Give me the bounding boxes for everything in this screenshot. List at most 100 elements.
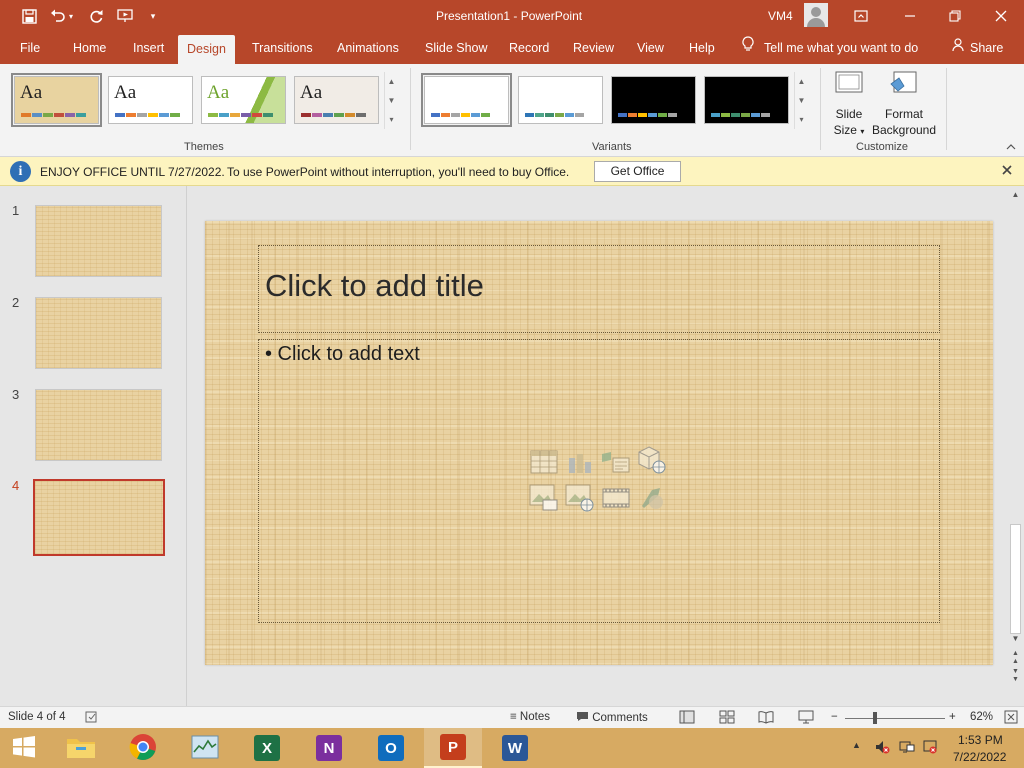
more-icon[interactable]: ▾ [385, 110, 398, 129]
start-button[interactable] [0, 728, 48, 768]
scroll-down-icon[interactable]: ▼ [795, 91, 808, 110]
theme-color-swatches [208, 113, 273, 117]
variant-option[interactable] [518, 76, 603, 124]
themes-gallery-scroll[interactable]: ▲ ▼ ▾ [384, 72, 398, 129]
redo-icon[interactable] [83, 0, 109, 32]
normal-view-icon[interactable] [679, 710, 695, 724]
clock-date[interactable]: 7/22/2022 [953, 750, 1006, 764]
vertical-scrollbar[interactable]: ▲ ▼ ▲ ▲ ▼ ▼ [1007, 186, 1024, 706]
clock-time[interactable]: 1:53 PM [958, 733, 1003, 747]
ribbon-display-options-icon[interactable] [838, 0, 884, 32]
show-hidden-icons-icon[interactable]: ▲ [852, 740, 861, 750]
task-manager-app[interactable] [176, 728, 234, 768]
accessibility-icon[interactable] [84, 710, 100, 724]
insert-video-icon[interactable] [601, 484, 631, 512]
slide-show-view-icon[interactable] [798, 710, 814, 724]
word-app[interactable]: W [486, 728, 544, 768]
volume-muted-icon[interactable] [874, 739, 890, 758]
slide-size-label-1: Slide [835, 107, 863, 121]
tab-help[interactable]: Help [689, 32, 715, 64]
close-icon[interactable] [978, 0, 1024, 32]
zoom-out-icon[interactable]: − [831, 711, 838, 723]
zoom-level[interactable]: 62% [970, 711, 993, 723]
notes-button[interactable]: ≡ Notes [510, 711, 550, 723]
action-center-warning-icon[interactable] [922, 739, 938, 758]
tab-design[interactable]: Design [178, 35, 235, 64]
insert-online-picture-icon[interactable] [565, 484, 595, 512]
tab-insert[interactable]: Insert [133, 32, 164, 64]
zoom-in-icon[interactable]: + [949, 711, 956, 723]
tab-home[interactable]: Home [73, 32, 106, 64]
insert-icons-icon[interactable] [637, 484, 667, 512]
comments-label: Comments [592, 712, 648, 724]
get-office-button[interactable]: Get Office [594, 161, 681, 182]
share-button[interactable]: Share [952, 32, 1003, 64]
reading-view-icon[interactable] [758, 710, 774, 724]
previous-slide-icon[interactable]: ▲ ▲ [1010, 650, 1021, 666]
more-icon[interactable]: ▾ [795, 110, 808, 129]
zoom-slider-knob[interactable] [873, 712, 877, 724]
scroll-up-icon[interactable]: ▲ [385, 72, 398, 91]
avatar[interactable] [804, 3, 828, 27]
scroll-up-icon[interactable]: ▲ [1010, 190, 1021, 199]
slide-thumbnail[interactable] [33, 479, 165, 556]
theme-option[interactable]: Aa [294, 76, 379, 124]
variant-option[interactable] [611, 76, 696, 124]
slide-thumbnail[interactable] [35, 205, 162, 277]
slide-thumbnail[interactable] [35, 389, 162, 461]
tab-view[interactable]: View [637, 32, 664, 64]
network-icon[interactable] [899, 739, 915, 758]
scroll-down-icon[interactable]: ▼ [385, 91, 398, 110]
variant-color-swatches [525, 113, 584, 117]
save-icon[interactable] [16, 0, 42, 32]
scrollbar-thumb[interactable] [1010, 524, 1021, 634]
next-slide-icon[interactable]: ▼ ▼ [1010, 668, 1021, 684]
insert-3d-model-icon[interactable] [637, 446, 667, 474]
theme-option[interactable]: Aa [11, 73, 102, 127]
tab-slide-show[interactable]: Slide Show [425, 32, 488, 64]
excel-app[interactable]: X [238, 728, 296, 768]
close-message-icon[interactable] [1002, 162, 1012, 178]
title-placeholder[interactable]: Click to add title [265, 268, 484, 304]
chrome-app[interactable] [114, 728, 172, 768]
format-background-button[interactable]: Format Background [870, 70, 938, 138]
theme-option[interactable]: Aa [108, 76, 193, 124]
file-explorer-app[interactable] [52, 728, 110, 768]
zoom-slider-track[interactable] [845, 718, 945, 719]
restore-icon[interactable] [932, 0, 978, 32]
powerpoint-app[interactable]: P [424, 728, 482, 768]
scroll-up-icon[interactable]: ▲ [795, 72, 808, 91]
slide-thumbnail[interactable] [35, 297, 162, 369]
minimize-icon[interactable] [887, 0, 933, 32]
variant-option[interactable] [704, 76, 789, 124]
tab-review[interactable]: Review [573, 32, 614, 64]
insert-smartart-icon[interactable] [601, 448, 631, 476]
slide-size-button[interactable]: Slide Size ▾ [828, 70, 870, 140]
onenote-app[interactable]: N [300, 728, 358, 768]
customize-qat-icon[interactable]: ▾ [143, 0, 163, 32]
insert-chart-icon[interactable] [565, 448, 595, 476]
tab-transitions[interactable]: Transitions [252, 32, 313, 64]
variant-option[interactable] [421, 73, 512, 127]
theme-color-swatches [115, 113, 180, 117]
tab-record[interactable]: Record [509, 32, 549, 64]
variants-gallery-scroll[interactable]: ▲ ▼ ▾ [794, 72, 808, 129]
collapse-ribbon-icon[interactable] [1006, 142, 1016, 153]
fit-to-window-icon[interactable] [1004, 710, 1020, 724]
theme-option[interactable]: Aa [201, 76, 286, 124]
comments-button[interactable]: Comments [576, 711, 648, 724]
insert-table-icon[interactable] [529, 448, 559, 476]
slide-sorter-view-icon[interactable] [719, 710, 735, 724]
user-name[interactable]: VM4 [768, 9, 793, 23]
tell-me-search[interactable]: Tell me what you want to do [742, 32, 918, 64]
tab-file[interactable]: File [20, 32, 40, 64]
outlook-app[interactable]: O [362, 728, 420, 768]
message-text: To use PowerPoint without interruption, … [227, 165, 570, 179]
content-placeholder[interactable]: • Click to add text [265, 343, 420, 366]
scroll-down-icon[interactable]: ▼ [1010, 634, 1021, 643]
content-placeholder-box[interactable] [258, 339, 940, 623]
tab-animations[interactable]: Animations [337, 32, 399, 64]
present-from-beginning-icon[interactable] [113, 0, 139, 32]
undo-dropdown-icon[interactable]: ▾ [63, 0, 79, 32]
insert-picture-icon[interactable] [529, 484, 559, 512]
